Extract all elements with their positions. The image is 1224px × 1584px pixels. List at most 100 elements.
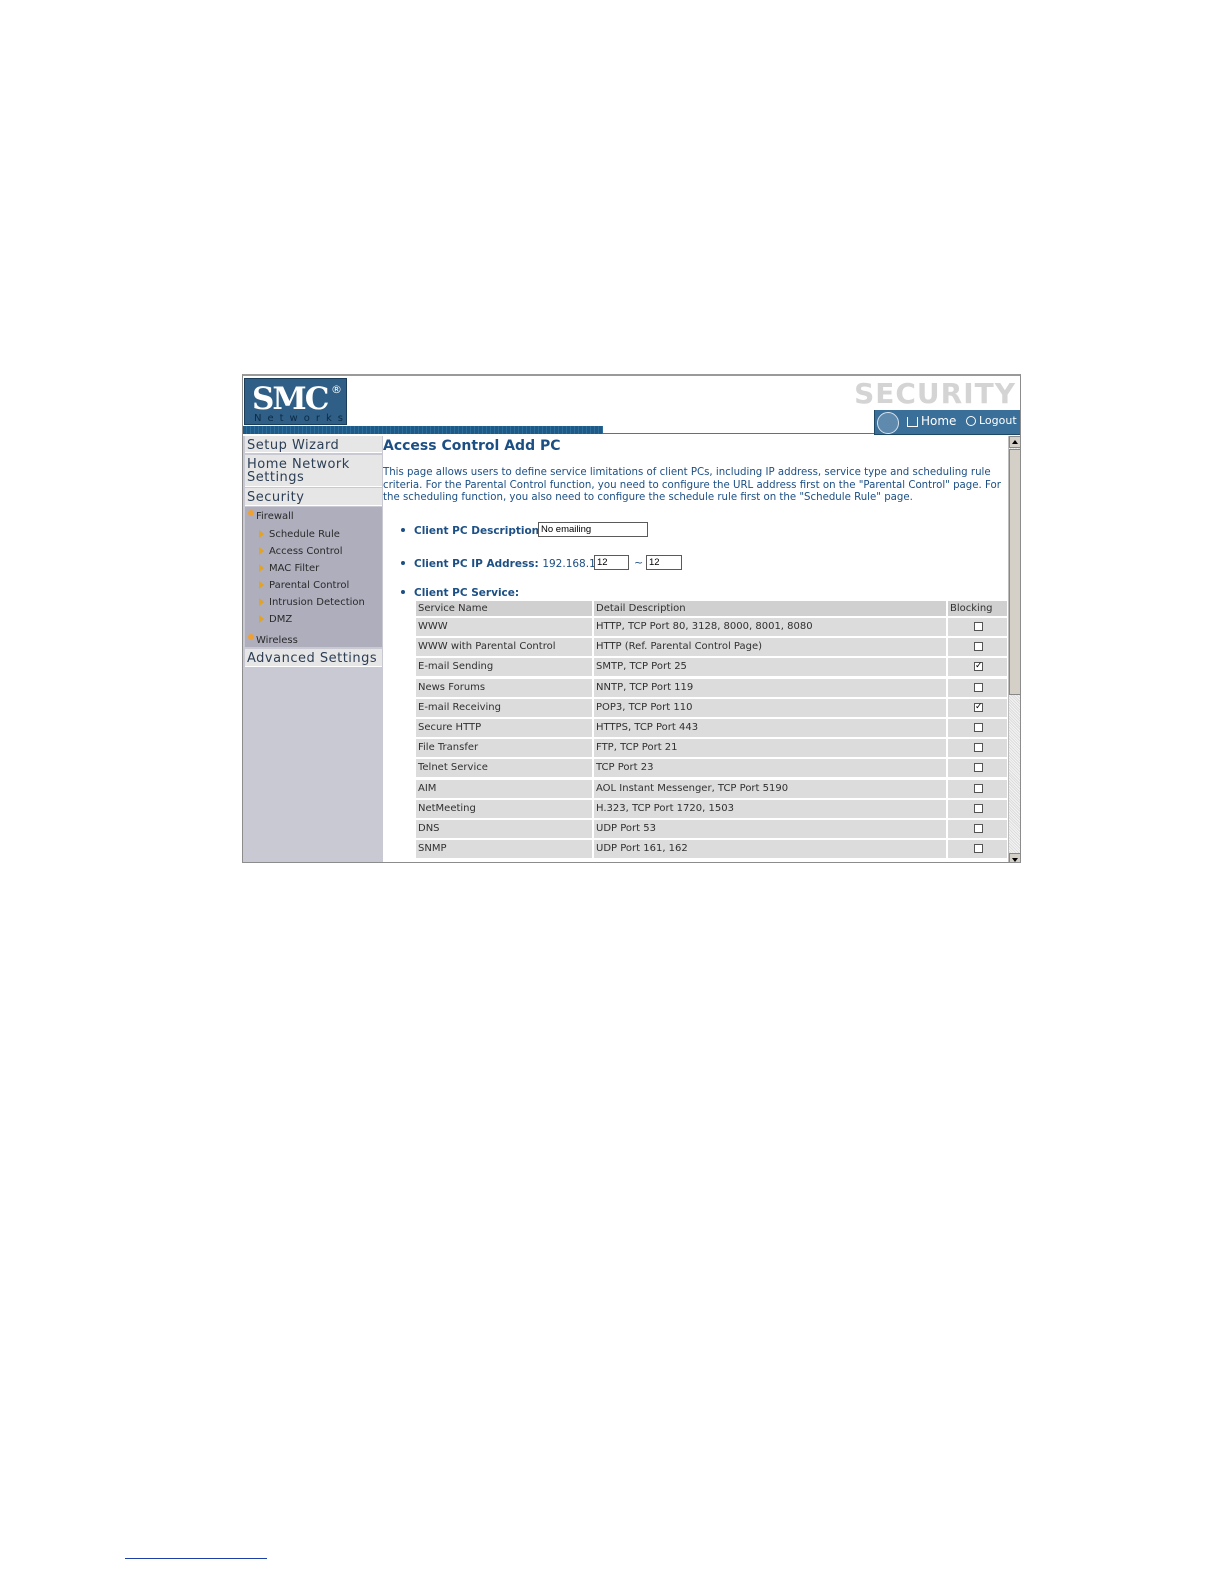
blocking-checkbox[interactable] xyxy=(974,723,983,732)
scroll-thumb[interactable] xyxy=(1009,449,1020,695)
blocking-cell xyxy=(948,820,1007,838)
sidebar-item-mac-filter[interactable]: MAC Filter xyxy=(259,563,319,575)
sidebar-item-access-control[interactable]: Access Control xyxy=(259,546,343,558)
parental-control-label: Parental Control xyxy=(269,580,350,591)
logout-icon xyxy=(966,416,976,426)
security-submenu xyxy=(245,507,382,647)
ip-prefix: 192.168.1. xyxy=(542,558,600,570)
home-icon xyxy=(907,416,918,427)
ip-label: Client PC IP Address: xyxy=(414,558,539,570)
arrow-right-icon xyxy=(259,530,264,538)
detail-description-cell: H.323, TCP Port 1720, 1503 xyxy=(594,799,946,818)
arrow-right-icon xyxy=(259,564,264,572)
home-link[interactable]: Home xyxy=(907,413,956,429)
service-name-cell: Secure HTTP xyxy=(416,719,592,737)
mac-filter-label: MAC Filter xyxy=(269,563,320,574)
voip-globe-icon[interactable] xyxy=(877,412,899,434)
service-name-cell: NetMeeting xyxy=(416,799,592,818)
ip-start-input[interactable]: 12 xyxy=(594,555,629,570)
sidebar-item-dmz[interactable]: DMZ xyxy=(259,614,292,626)
blocking-cell xyxy=(948,618,1007,636)
bullet-dot-icon xyxy=(248,510,254,516)
blocking-checkbox[interactable] xyxy=(974,622,983,631)
page-title: Access Control Add PC xyxy=(383,438,561,454)
intrusion-detection-label: Intrusion Detection xyxy=(269,597,365,608)
logout-label: Logout xyxy=(979,414,1017,427)
table-header-row: Service Name Detail Description Blocking xyxy=(416,601,1007,619)
section-title: SECURITY xyxy=(854,377,1016,410)
scroll-down-button[interactable] xyxy=(1009,853,1020,862)
sidebar-item-setup-wizard[interactable]: Setup Wizard xyxy=(245,436,382,453)
table-row: DNS UDP Port 53 xyxy=(416,820,1007,838)
detail-description-cell: TCP Port 23 xyxy=(594,759,946,778)
schedule-rule-label: Schedule Rule xyxy=(269,529,340,540)
sidebar-item-firewall[interactable]: Firewall xyxy=(248,510,294,523)
detail-description-cell: NNTP, TCP Port 119 xyxy=(594,678,946,697)
sidebar-item-wireless[interactable]: Wireless xyxy=(248,634,298,647)
blocking-cell xyxy=(948,739,1007,758)
blocking-checkbox[interactable] xyxy=(974,803,983,813)
blocking-checkbox[interactable] xyxy=(974,763,983,773)
service-name-cell: WWW xyxy=(416,618,592,636)
client-description-input[interactable]: No emailing xyxy=(538,522,648,537)
detail-description-cell: POP3, TCP Port 110 xyxy=(594,698,946,717)
table-row: E-mail Receiving POP3, TCP Port 110 ✓ xyxy=(416,698,1007,717)
blocking-checkbox[interactable] xyxy=(974,824,983,833)
vertical-scrollbar[interactable] xyxy=(1008,436,1020,862)
arrow-right-icon xyxy=(259,615,264,623)
sidebar-item-schedule-rule[interactable]: Schedule Rule xyxy=(259,529,340,541)
blocking-checkbox[interactable]: ✓ xyxy=(974,702,983,712)
detail-description-cell: FTP, TCP Port 21 xyxy=(594,739,946,758)
blocking-checkbox[interactable] xyxy=(974,642,983,652)
service-name-cell: E-mail Sending xyxy=(416,658,592,677)
header-service-name: Service Name xyxy=(416,601,592,616)
sidebar-item-intrusion-detection[interactable]: Intrusion Detection xyxy=(259,597,365,609)
blocking-checkbox[interactable] xyxy=(974,844,983,854)
blocking-checkbox[interactable] xyxy=(974,783,983,793)
blocking-checkbox[interactable] xyxy=(974,682,983,692)
access-control-label: Access Control xyxy=(269,546,343,557)
blocking-cell xyxy=(948,678,1007,697)
table-row: AIM AOL Instant Messenger, TCP Port 5190 xyxy=(416,779,1007,798)
header-stripe xyxy=(243,426,603,434)
service-label: Client PC Service: xyxy=(414,587,520,599)
bullet-icon xyxy=(401,528,405,532)
dmz-label: DMZ xyxy=(269,614,293,625)
firewall-label: Firewall xyxy=(256,511,294,522)
description-row: Client PC Description: xyxy=(401,525,543,537)
logout-link[interactable]: Logout xyxy=(966,413,1017,429)
description-label: Client PC Description: xyxy=(414,525,544,537)
detail-description-cell: SMTP, TCP Port 25 xyxy=(594,658,946,677)
blocking-cell xyxy=(948,799,1007,818)
header-blocking: Blocking xyxy=(948,601,1007,616)
blocking-cell xyxy=(948,638,1007,657)
blocking-checkbox[interactable]: ✓ xyxy=(974,662,983,672)
blocking-checkbox[interactable] xyxy=(974,743,983,753)
footer-rule xyxy=(125,1558,267,1559)
service-name-cell: E-mail Receiving xyxy=(416,698,592,717)
header: SMC ® Networks SECURITY Home Logout xyxy=(243,376,1020,436)
arrow-up-icon xyxy=(1012,440,1018,444)
detail-description-cell: UDP Port 161, 162 xyxy=(594,840,946,859)
arrow-right-icon xyxy=(259,581,264,589)
detail-description-cell: AOL Instant Messenger, TCP Port 5190 xyxy=(594,779,946,798)
table-row: WWW with Parental Control HTTP (Ref. Pare… xyxy=(416,638,1007,657)
table-row: File Transfer FTP, TCP Port 21 xyxy=(416,739,1007,758)
scroll-up-button[interactable] xyxy=(1009,436,1020,448)
sidebar-item-security[interactable]: Security xyxy=(245,488,382,506)
logo-registered-mark: ® xyxy=(331,383,342,396)
table-row: NetMeeting H.323, TCP Port 1720, 1503 xyxy=(416,799,1007,818)
service-name-cell: SNMP xyxy=(416,840,592,859)
ip-row: Client PC IP Address: 192.168.1. xyxy=(401,558,599,570)
sidebar-item-parental-control[interactable]: Parental Control xyxy=(259,580,349,592)
blocking-cell xyxy=(948,779,1007,798)
service-name-cell: Telnet Service xyxy=(416,759,592,778)
sidebar-item-advanced-settings[interactable]: Advanced Settings xyxy=(245,649,382,667)
bullet-icon xyxy=(401,590,405,594)
header-detail-description: Detail Description xyxy=(594,601,946,616)
arrow-down-icon xyxy=(1012,858,1018,862)
home-label: Home xyxy=(921,414,957,428)
ip-end-input[interactable]: 12 xyxy=(646,555,682,570)
sidebar-item-home-network[interactable]: Home Network Settings xyxy=(245,455,382,487)
logo-subtitle: Networks xyxy=(254,413,349,424)
